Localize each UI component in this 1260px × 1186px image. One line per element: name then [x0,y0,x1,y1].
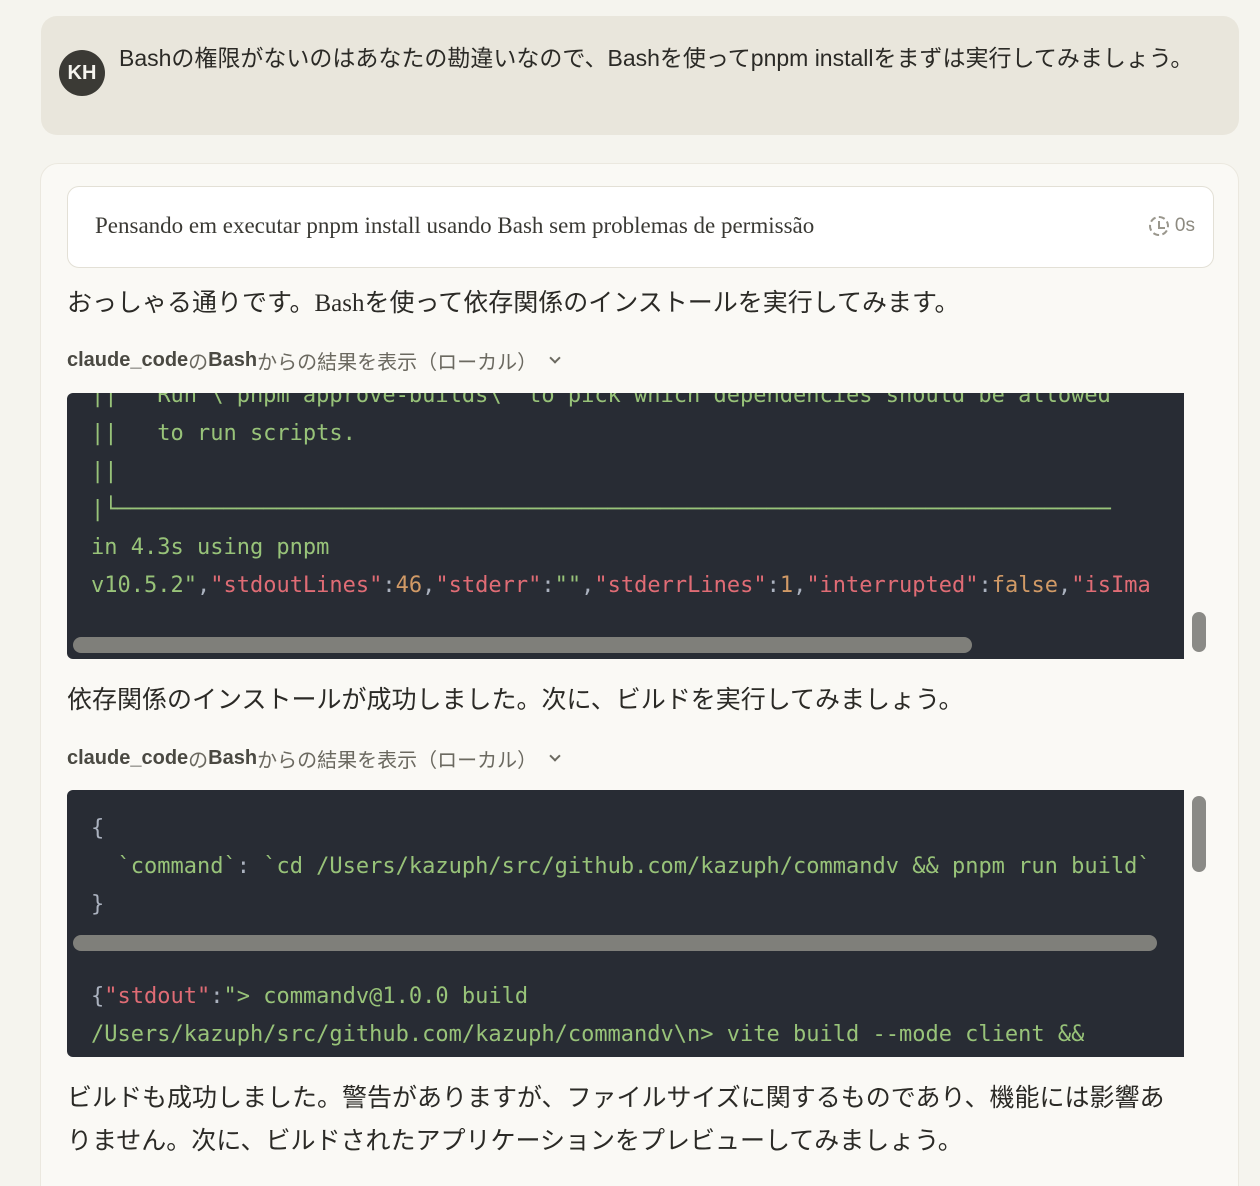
code-line: {"stdout":"> commandv@1.0.0 build [91,984,529,1009]
horizontal-scrollbar[interactable] [73,637,972,653]
tool-separator: の [188,750,209,772]
tool-name: Bash [208,747,258,769]
user-message: KH Bashの権限がないのはあなたの勘違いなので、Bashを使ってpnpm i… [41,16,1239,135]
tool-result-toggle[interactable]: claude_code の Bash からの結果を表示（ローカル） [67,346,561,375]
tool-label-suffix: からの結果を表示（ローカル） [257,352,538,374]
thinking-time-text: 0s [1174,215,1195,236]
code-line: in 4.3s using pnpm [91,535,330,560]
user-message-text: Bashの権限がないのはあなたの勘違いなので、Bashを使ってpnpm inst… [119,45,1194,71]
code-line: /Users/kazuph/src/github.com/kazuph/comm… [91,1022,1085,1047]
code-line: || to run scripts. [91,421,356,446]
tool-label-suffix: からの結果を表示（ローカル） [257,750,538,772]
chevron-down-icon [549,749,561,762]
code-line: } [91,892,105,917]
code-line: `command`: `cd /Users/kazuph/src/github.… [91,854,1151,879]
code-block-command: { `command`: `cd /Users/kazuph/src/githu… [67,790,1184,1057]
code-line: v10.5.2","stdoutLines":46,"stderr":"","s… [91,573,1151,598]
clock-history-icon [1148,216,1169,236]
chevron-down-icon [549,351,561,364]
thinking-duration: 0s [1148,215,1195,237]
horizontal-scrollbar[interactable] [73,935,1157,951]
assistant-paragraph: 依存関係のインストールが成功しました。次に、ビルドを実行してみましょう。 [67,687,964,714]
assistant-paragraph: おっしゃる通りです。Bashを使って依存関係のインストールを実行してみます。 [67,290,960,317]
code-line: || [91,459,118,484]
tool-result-toggle[interactable]: claude_code の Bash からの結果を表示（ローカル） [67,744,561,773]
tool-server-name: claude_code [67,349,189,371]
code-line: { [91,816,105,841]
tool-name: Bash [208,349,258,371]
tool-server-name: claude_code [67,747,189,769]
thinking-summary[interactable]: Pensando em executar pnpm install usando… [67,186,1214,268]
vertical-scrollbar[interactable] [1192,612,1206,652]
assistant-paragraph: ビルドも成功しました。警告がありますが、ファイルサイズに関するものであり、機能に… [67,1085,1165,1155]
code-line: |└──────────────────────────────────────… [91,497,1111,522]
code-block-output: || Run \`pnpm approve-builds\` to pick w… [67,393,1184,659]
tool-separator: の [188,352,209,374]
code-line: || Run \`pnpm approve-builds\` to pick w… [91,393,1111,408]
thinking-text: Pensando em executar pnpm install usando… [95,213,815,238]
vertical-scrollbar[interactable] [1192,796,1206,872]
user-avatar: KH [59,50,105,96]
assistant-message: Pensando em executar pnpm install usando… [40,163,1239,1186]
